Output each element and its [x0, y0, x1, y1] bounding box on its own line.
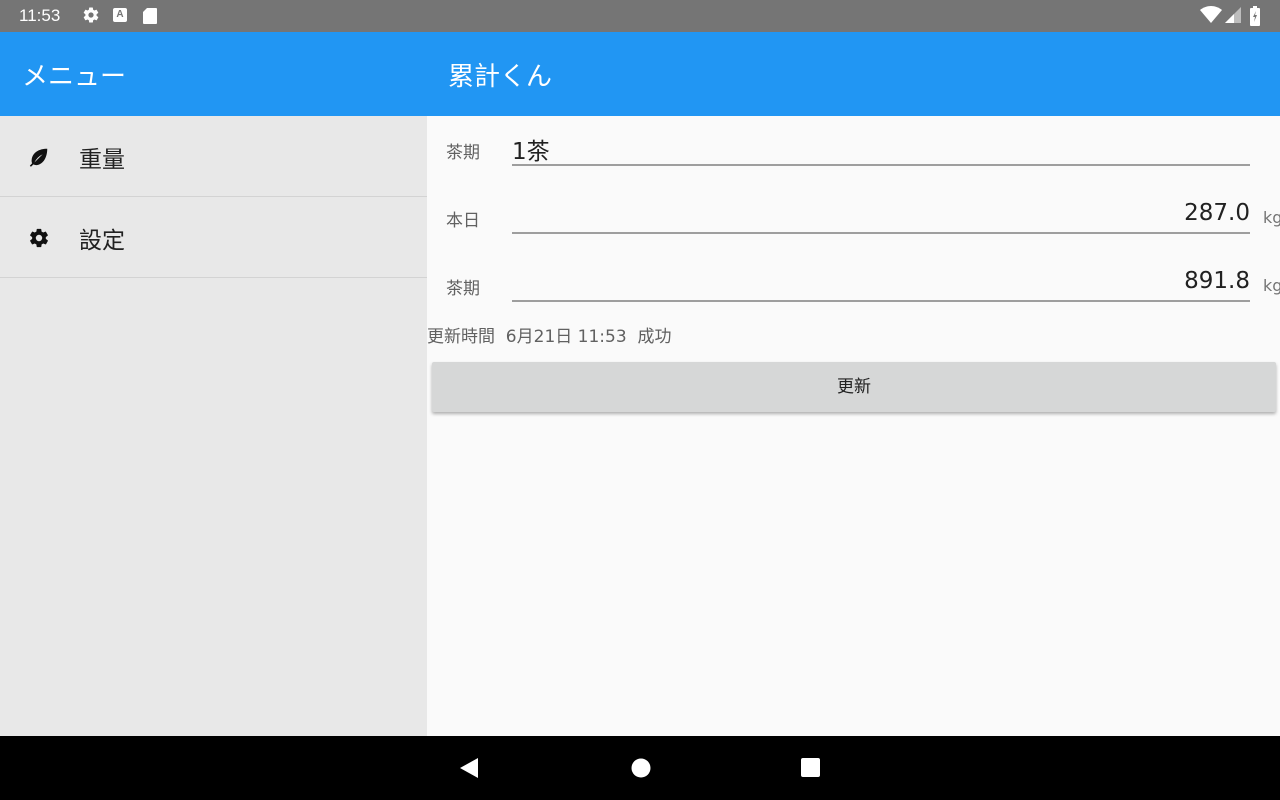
back-icon[interactable] — [458, 757, 480, 783]
sidebar-item-label: 重量 — [79, 147, 125, 173]
status-time: 11:53 — [19, 6, 61, 25]
field-value: 891.8 — [1184, 268, 1250, 294]
gear-icon — [82, 6, 100, 28]
today-weight-field[interactable]: 287.0 — [512, 194, 1250, 234]
wifi-icon — [1200, 6, 1222, 28]
field-value: 1茶 — [512, 139, 550, 165]
gear-icon — [28, 227, 50, 253]
main-content: 茶期 1茶 本日 287.0 kg 茶期 891.8 kg 更新時間 6月21日… — [427, 116, 1280, 736]
app-bar: メニュー 累計くん — [0, 32, 1280, 116]
unit-label: kg — [1263, 276, 1280, 295]
a-notification-icon: A — [113, 8, 127, 22]
status-bar: 11:53 A — [0, 0, 1280, 32]
sidebar: 重量 設定 — [0, 116, 427, 736]
field-value: 287.0 — [1184, 200, 1250, 226]
navigation-bar — [0, 736, 1280, 800]
field-label: 茶期 — [446, 143, 480, 163]
update-status: 更新時間 6月21日 11:53 成功 — [427, 327, 672, 347]
season-total-row: 茶期 891.8 kg — [427, 252, 1280, 312]
sidebar-item-weight[interactable]: 重量 — [0, 116, 427, 197]
tea-season-row: 茶期 1茶 — [427, 116, 1280, 176]
season-total-field[interactable]: 891.8 — [512, 262, 1250, 302]
update-button[interactable]: 更新 — [432, 362, 1276, 412]
sd-card-icon — [142, 7, 158, 29]
battery-icon — [1250, 6, 1260, 30]
sidebar-item-label: 設定 — [79, 228, 125, 254]
home-icon[interactable] — [630, 757, 652, 783]
leaf-icon — [28, 146, 50, 172]
recents-icon[interactable] — [800, 757, 822, 783]
field-label: 茶期 — [446, 279, 480, 299]
today-row: 本日 287.0 kg — [427, 184, 1280, 244]
field-label: 本日 — [446, 211, 480, 231]
unit-label: kg — [1263, 208, 1280, 227]
menu-title: メニュー — [22, 62, 127, 92]
page-title: 累計くん — [448, 62, 553, 92]
tea-season-picker[interactable]: 1茶 — [512, 126, 1250, 166]
signal-icon — [1224, 7, 1242, 27]
sidebar-item-settings[interactable]: 設定 — [0, 197, 427, 278]
